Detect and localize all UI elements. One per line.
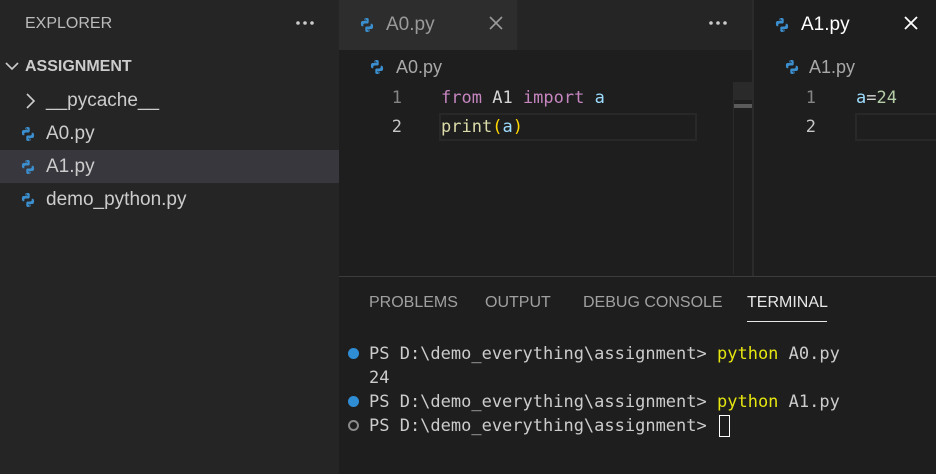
code-token: = [866, 88, 877, 108]
close-icon[interactable] [902, 14, 920, 32]
code-line[interactable]: from A1 import a [441, 84, 605, 112]
ellipsis-icon[interactable] [292, 12, 318, 34]
explorer-sidebar: EXPLORER ASSIGNMENT __pycache__ A0.py A1… [0, 0, 339, 474]
terminal-command: python [717, 344, 779, 364]
code-token: A1 [492, 88, 513, 108]
tree-item-pycache[interactable]: __pycache__ [0, 84, 339, 117]
python-file-icon [359, 17, 375, 38]
tree-item-a0[interactable]: A0.py [0, 117, 339, 150]
breadcrumb-file[interactable]: A1.py [809, 57, 855, 78]
code-token: print [441, 117, 493, 137]
terminal-prompt: PS D:\demo_everything\assignment> [369, 392, 717, 412]
tab-a1[interactable]: A1.py [754, 0, 936, 50]
active-tab-indicator [747, 321, 827, 322]
folder-section-header[interactable]: ASSIGNMENT [0, 52, 339, 82]
chevron-right-icon [23, 92, 37, 115]
terminal-command: python [717, 392, 779, 412]
editor-tabbar-right: A1.py [754, 0, 936, 50]
breadcrumb-file[interactable]: A0.py [396, 57, 442, 78]
tree-item-demo-python[interactable]: demo_python.py [0, 183, 339, 216]
line-number: 2 [391, 117, 402, 137]
tab-label: A1.py [801, 14, 850, 35]
code-token: a [594, 88, 605, 108]
command-success-dot[interactable] [348, 396, 359, 407]
code-token: ( [492, 117, 503, 137]
code-line[interactable]: print(a) [441, 113, 523, 141]
code-token: a [856, 88, 867, 108]
breadcrumb: A0.py [339, 52, 752, 82]
tab-problems[interactable]: PROBLEMS [369, 294, 458, 312]
python-file-icon [784, 59, 800, 80]
terminal-line[interactable]: PS D:\demo_everything\assignment> python… [369, 390, 840, 414]
current-line-highlight [855, 113, 936, 141]
python-file-icon [369, 59, 385, 80]
tree-item-label: demo_python.py [46, 189, 187, 210]
tree-item-label: __pycache__ [46, 90, 160, 111]
code-token: import [522, 88, 585, 108]
tab-debug-console[interactable]: DEBUG CONSOLE [583, 294, 723, 312]
minimap-slider[interactable] [734, 104, 753, 108]
explorer-header: EXPLORER [0, 0, 339, 50]
tab-a0[interactable]: A0.py [339, 0, 517, 50]
terminal-line[interactable]: PS D:\demo_everything\assignment> [369, 414, 730, 438]
command-pending-dot [348, 420, 359, 431]
code-token: 24 [876, 88, 897, 108]
line-number: 1 [391, 88, 402, 108]
terminal-line[interactable]: PS D:\demo_everything\assignment> python… [369, 342, 840, 366]
folder-section-label: ASSIGNMENT [25, 58, 132, 75]
code-token: from [441, 88, 482, 108]
python-file-icon [20, 159, 36, 180]
line-number: 2 [805, 117, 816, 137]
terminal-prompt: PS D:\demo_everything\assignment> [369, 416, 717, 436]
code-token: ) [512, 117, 523, 137]
bottom-panel: PROBLEMS OUTPUT DEBUG CONSOLE TERMINAL P… [339, 276, 936, 474]
terminal-args: A0.py [778, 344, 840, 364]
command-success-dot[interactable] [348, 348, 359, 359]
line-number: 1 [805, 88, 816, 108]
tree-item-a1[interactable]: A1.py [0, 150, 339, 183]
tab-label: A0.py [386, 14, 435, 35]
ellipsis-icon[interactable] [705, 12, 731, 34]
python-file-icon [20, 126, 36, 147]
terminal-cursor [719, 415, 730, 437]
code-token: a [502, 117, 513, 137]
tab-terminal[interactable]: TERMINAL [747, 294, 828, 312]
close-icon[interactable] [487, 14, 505, 32]
python-file-icon [774, 17, 790, 38]
breadcrumb: A1.py [754, 52, 936, 82]
tree-item-label: A1.py [46, 156, 95, 177]
terminal-args: A1.py [778, 392, 840, 412]
terminal-output: 24 [369, 368, 390, 388]
minimap-preview [734, 82, 753, 100]
python-file-icon [20, 192, 36, 213]
editor-tabbar-left: A0.py [339, 0, 752, 50]
code-line[interactable]: a=24 [856, 84, 897, 112]
minimap[interactable] [733, 82, 753, 274]
chevron-down-icon [4, 58, 20, 79]
tree-item-label: A0.py [46, 123, 95, 144]
explorer-title: EXPLORER [25, 15, 113, 32]
tab-output[interactable]: OUTPUT [485, 294, 551, 312]
terminal-prompt: PS D:\demo_everything\assignment> [369, 344, 717, 364]
